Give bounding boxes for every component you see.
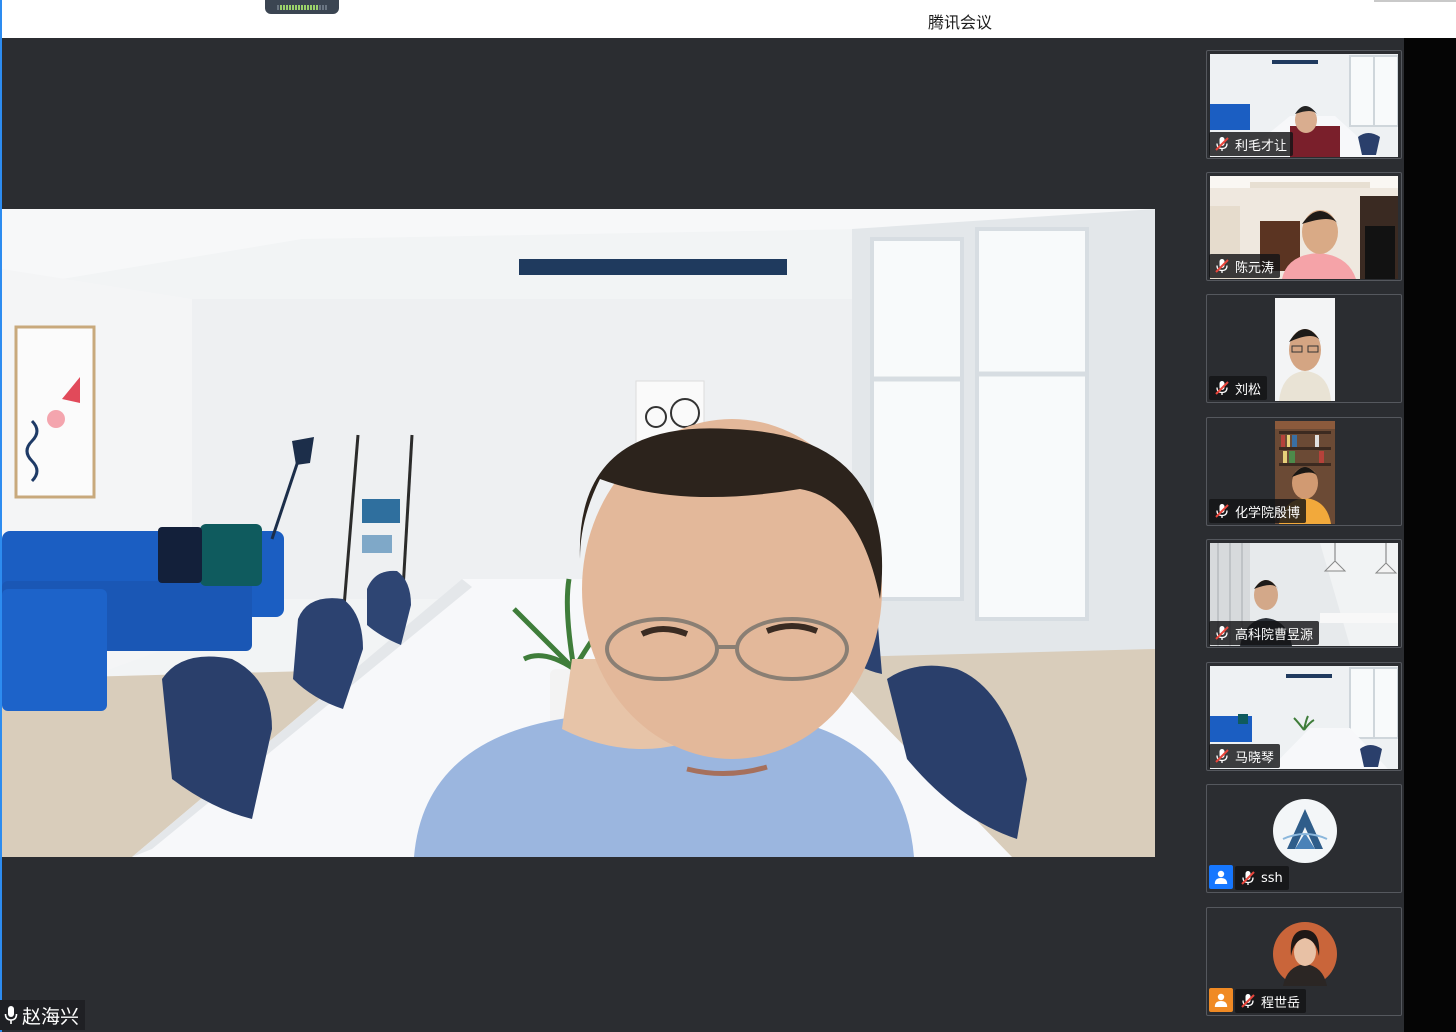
right-edge-panel	[1404, 38, 1456, 1032]
avatar	[1273, 799, 1337, 863]
mic-muted-icon	[1215, 259, 1229, 273]
avatar	[1273, 922, 1337, 986]
window-edge	[1374, 0, 1456, 2]
participant-label: ssh	[1235, 866, 1289, 890]
participant-label: 马晓琴	[1209, 744, 1281, 768]
participant-tile[interactable]: 马晓琴	[1206, 662, 1402, 771]
mic-muted-icon	[1241, 871, 1255, 885]
title-bar: 腾讯会议	[0, 0, 1456, 38]
mic-muted-icon	[1241, 994, 1255, 1008]
window-title: 腾讯会议	[928, 13, 993, 32]
participant-tile[interactable]: 高科院曹昱源	[1206, 539, 1402, 648]
microphone-icon	[4, 1006, 18, 1024]
participant-label: 程世岳	[1235, 989, 1307, 1013]
participant-label: 陈元涛	[1209, 254, 1281, 278]
participant-label: 高科院曹昱源	[1209, 621, 1320, 645]
participant-tile[interactable]: 利毛才让	[1206, 50, 1402, 159]
mic-muted-icon	[1215, 626, 1229, 640]
mic-muted-icon	[1215, 137, 1229, 151]
participant-label: 利毛才让	[1209, 132, 1294, 156]
network-quality-icon[interactable]	[265, 0, 339, 14]
participant-tile[interactable]: 刘松	[1206, 294, 1402, 403]
participant-name: 利毛才让	[1235, 138, 1288, 154]
mic-muted-icon	[1215, 749, 1229, 763]
participant-tile[interactable]: 程世岳	[1206, 907, 1402, 1016]
participant-name: ssh	[1261, 870, 1283, 886]
participant-name: 陈元涛	[1235, 260, 1275, 276]
participant-label: 刘松	[1209, 376, 1268, 400]
user-icon	[1209, 865, 1233, 889]
active-speaker-label: 赵海兴	[0, 1000, 86, 1030]
participant-tile[interactable]: 陈元涛	[1206, 172, 1402, 281]
main-speaker-video[interactable]	[2, 209, 1155, 857]
participant-name: 马晓琴	[1235, 750, 1275, 766]
participant-label: 化学院殷博	[1209, 499, 1307, 523]
participant-name: 化学院殷博	[1235, 505, 1301, 521]
mic-muted-icon	[1215, 381, 1229, 395]
user-icon	[1209, 988, 1233, 1012]
speaker-name: 赵海兴	[22, 1005, 80, 1028]
participant-name: 程世岳	[1261, 995, 1301, 1011]
participant-tile[interactable]: 化学院殷博	[1206, 417, 1402, 526]
mic-muted-icon	[1215, 504, 1229, 518]
participant-sidebar: 利毛才让 陈元涛 刘松 化学院殷博 高科院曹昱源 马晓琴 ssh 程世岳	[1156, 38, 1404, 1032]
participant-name: 高科院曹昱源	[1235, 627, 1314, 643]
participant-name: 刘松	[1235, 382, 1262, 398]
participant-tile[interactable]: ssh	[1206, 784, 1402, 893]
